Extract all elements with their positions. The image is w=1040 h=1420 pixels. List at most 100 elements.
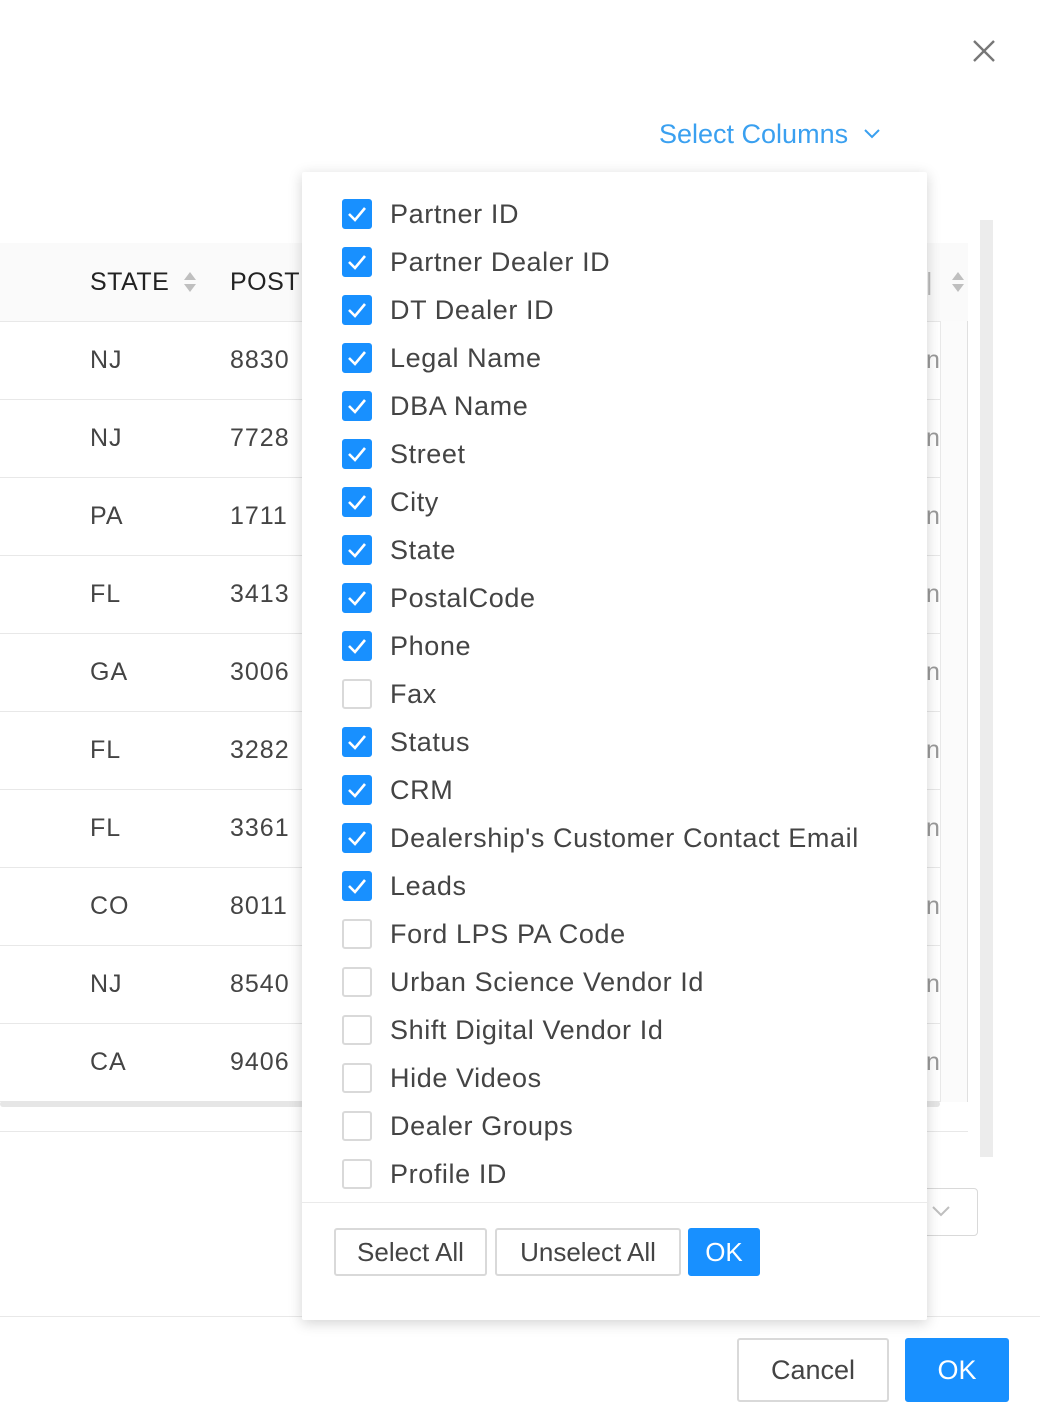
column-option[interactable]: Dealer Groups [342,1106,573,1146]
column-option[interactable]: Hide Videos [342,1058,542,1098]
checkmark-icon [348,735,366,750]
checkmark-icon [348,543,366,558]
column-option[interactable]: Leads [342,866,467,906]
column-option[interactable]: Partner Dealer ID [342,242,610,282]
column-option[interactable]: Phone [342,626,471,666]
column-option-label: Fax [390,678,437,709]
column-option-checkbox[interactable] [342,871,372,901]
column-option[interactable]: City [342,482,439,522]
column-option[interactable]: Ford LPS PA Code [342,914,626,954]
vertical-scrollbar[interactable] [980,220,993,1157]
column-option-checkbox[interactable] [342,631,372,661]
checkmark-icon [348,351,366,366]
unselect-all-button[interactable]: Unselect All [495,1228,681,1276]
column-option-label: CRM [390,774,454,805]
column-option[interactable]: Dealership's Customer Contact Email [342,818,859,858]
column-option-label: Ford LPS PA Code [390,918,626,949]
column-option-checkbox[interactable] [342,439,372,469]
column-option-checkbox[interactable] [342,1015,372,1045]
column-option-checkbox[interactable] [342,775,372,805]
column-header-state[interactable]: STATE [90,243,197,321]
cell-state: NJ [90,345,123,374]
checkmark-icon [348,255,366,270]
column-option-checkbox[interactable] [342,919,372,949]
column-option-label: Status [390,726,471,757]
column-option-checkbox[interactable] [342,583,372,613]
column-option-label: Dealership's Customer Contact Email [390,822,859,853]
cell-clipped: n [926,735,941,764]
page-size-select[interactable] [920,1188,978,1236]
close-button[interactable] [966,34,1002,70]
column-option[interactable]: Legal Name [342,338,542,378]
column-option-label: Partner Dealer ID [390,246,611,277]
checkmark-icon [348,399,366,414]
column-option[interactable]: Street [342,434,466,474]
select-all-button[interactable]: Select All [334,1228,487,1276]
column-option-checkbox[interactable] [342,679,372,709]
column-option-checkbox[interactable] [342,295,372,325]
cell-clipped: n [926,969,941,998]
picker-ok-button[interactable]: OK [688,1228,760,1276]
column-option[interactable]: State [342,530,456,570]
column-option[interactable]: CRM [342,770,453,810]
column-option[interactable]: DT Dealer ID [342,290,554,330]
column-option-label: Legal Name [390,342,542,373]
sort-icon[interactable] [951,270,965,294]
column-option-checkbox[interactable] [342,535,372,565]
cell-clipped: n [926,657,941,686]
cell-postal: 9406 [230,1047,290,1076]
column-picker-dropdown: Partner ID Partner Dealer ID DT Dealer ID L… [302,172,927,1320]
column-option-label: DT Dealer ID [390,294,555,325]
cell-clipped: n [926,423,941,452]
column-option-label: Profile ID [390,1158,508,1189]
column-option[interactable]: PostalCode [342,578,536,618]
cell-state: PA [90,501,124,530]
column-option-checkbox[interactable] [342,487,372,517]
column-option-checkbox[interactable] [342,343,372,373]
checkmark-icon [348,591,366,606]
cell-clipped: n [926,501,941,530]
column-option-checkbox[interactable] [342,247,372,277]
column-option[interactable]: DBA Name [342,386,528,426]
cell-state: NJ [90,969,123,998]
ok-button[interactable]: OK [905,1338,1009,1402]
column-header-postal-label: POST [230,267,301,296]
column-option-checkbox[interactable] [342,1111,372,1141]
cell-postal: 3282 [230,735,290,764]
column-option-label: Shift Digital Vendor Id [390,1014,664,1045]
column-header-state-label: STATE [90,267,170,296]
column-option[interactable]: Fax [342,674,437,714]
column-option-checkbox[interactable] [342,391,372,421]
cell-clipped: n [926,345,941,374]
cell-state: NJ [90,423,123,452]
checkmark-icon [348,831,366,846]
sort-icon[interactable] [183,270,197,294]
cell-postal: 3006 [230,657,290,686]
column-header-postal[interactable]: POST [230,243,300,321]
select-columns-trigger[interactable]: Select Columns [659,114,882,154]
column-option[interactable]: Urban Science Vendor Id [342,962,704,1002]
column-option-checkbox[interactable] [342,823,372,853]
cell-state: FL [90,579,122,608]
column-option-label: Partner ID [390,198,520,229]
column-option[interactable]: Status [342,722,470,762]
column-option-checkbox[interactable] [342,727,372,757]
column-option-checkbox[interactable] [342,1159,372,1189]
cell-clipped: n [926,1047,941,1076]
column-option-label: PostalCode [390,582,536,613]
column-option-label: Leads [390,870,467,901]
cancel-button[interactable]: Cancel [737,1338,889,1402]
column-option[interactable]: Shift Digital Vendor Id [342,1010,663,1050]
column-option-label: Urban Science Vendor Id [390,966,704,997]
close-icon [973,40,995,62]
column-option-checkbox[interactable] [342,1063,372,1093]
column-option-label: City [390,486,439,517]
column-option-checkbox[interactable] [342,967,372,997]
column-option[interactable]: Profile ID [342,1154,507,1194]
column-option[interactable]: Partner ID [342,194,519,234]
cell-postal: 3361 [230,813,290,842]
column-header-partial[interactable]: | [926,243,965,321]
cell-state: GA [90,657,129,686]
checkmark-icon [348,783,366,798]
column-option-checkbox[interactable] [342,199,372,229]
